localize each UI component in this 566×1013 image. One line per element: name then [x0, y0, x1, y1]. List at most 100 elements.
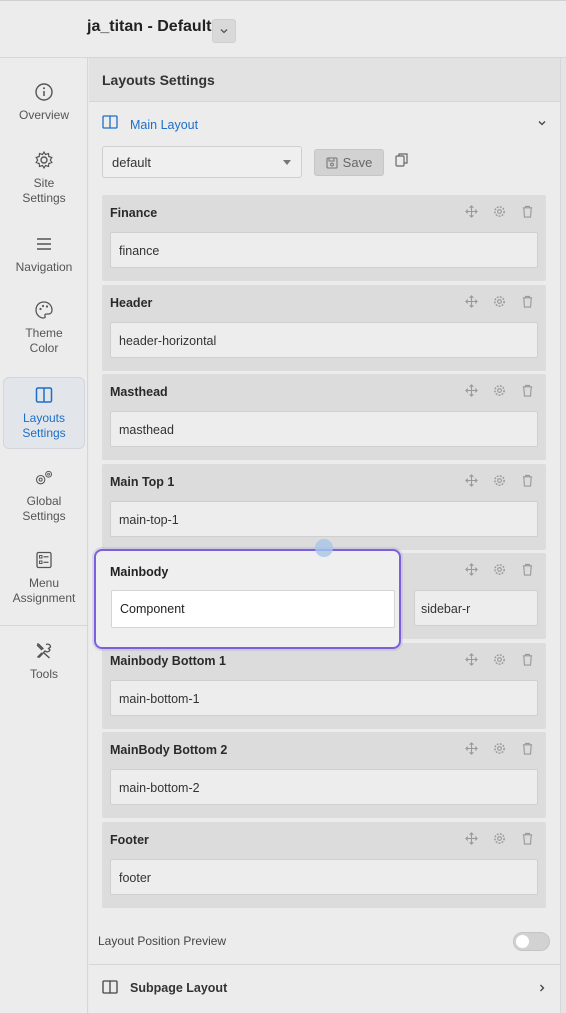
gear-icon — [35, 150, 53, 170]
drag-handle-indicator[interactable] — [315, 539, 333, 557]
position-value: main-bottom-1 — [119, 692, 200, 706]
save-icon — [326, 156, 338, 169]
block-name: Header — [110, 296, 153, 310]
trash-icon[interactable] — [521, 563, 534, 576]
trash-icon[interactable] — [521, 295, 534, 308]
main-layout-label: Main Layout — [130, 118, 199, 132]
block-name: Mainbody Bottom 1 — [110, 654, 226, 668]
caret-down-icon — [283, 160, 291, 165]
gear-icon[interactable] — [493, 563, 506, 576]
layout-columns-icon — [102, 980, 118, 994]
info-icon — [35, 83, 53, 101]
sidebar-item-label: Theme Color — [25, 326, 63, 355]
position-value: masthead — [119, 423, 174, 437]
move-icon[interactable] — [465, 474, 478, 487]
position-field[interactable]: Component — [111, 590, 395, 628]
sidebar-item-label: Global Settings — [22, 494, 66, 523]
copy-icon[interactable] — [395, 153, 408, 167]
scrollbar-track[interactable] — [560, 58, 566, 1013]
dragging-block-mainbody[interactable]: Mainbody Component — [94, 549, 401, 649]
position-field[interactable]: masthead — [110, 411, 538, 447]
top-bar: ja_titan - Default — [0, 0, 566, 58]
position-value: footer — [119, 871, 151, 885]
gear-icon[interactable] — [493, 653, 506, 666]
sidebar-item-tools[interactable]: Tools — [3, 641, 85, 691]
position-field[interactable]: footer — [110, 859, 538, 895]
move-icon[interactable] — [465, 653, 478, 666]
gear-icon[interactable] — [493, 295, 506, 308]
position-field[interactable]: main-top-1 — [110, 501, 538, 537]
trash-icon[interactable] — [521, 653, 534, 666]
sidebar-item-label: Overview — [18, 108, 69, 122]
layouts-panel: Layouts Settings Main Layout default Sav… — [89, 58, 560, 1013]
layout-block-mainbody-bottom-2: MainBody Bottom 2 main-bottom-2 — [102, 732, 546, 818]
position-field[interactable]: finance — [110, 232, 538, 268]
gear-icon[interactable] — [493, 832, 506, 845]
sidebar-item-label: Tools — [29, 667, 58, 681]
layout-select[interactable]: default — [102, 146, 302, 178]
sidebar-item-navigation[interactable]: Navigation — [3, 234, 85, 284]
block-name: Main Top 1 — [110, 475, 175, 489]
sidebar-item-menu-assignment[interactable]: Menu Assignment — [3, 550, 85, 612]
move-icon[interactable] — [465, 563, 478, 576]
position-field[interactable]: main-bottom-2 — [110, 769, 538, 805]
layout-position-preview-toggle[interactable] — [513, 932, 550, 951]
move-icon[interactable] — [465, 295, 478, 308]
trash-icon[interactable] — [521, 474, 534, 487]
tools-icon — [36, 643, 52, 659]
position-field[interactable]: header-horizontal — [110, 322, 538, 358]
position-value: header-horizontal — [119, 334, 217, 348]
toggle-knob — [516, 935, 529, 948]
palette-icon — [35, 301, 53, 319]
layout-position-preview-label: Layout Position Preview — [98, 934, 227, 948]
sidebar-item-site-settings[interactable]: Site Settings — [3, 150, 85, 210]
sidebar-item-global-settings[interactable]: Global Settings — [3, 468, 85, 530]
move-icon[interactable] — [465, 384, 478, 397]
gear-icon[interactable] — [493, 205, 506, 218]
block-name: MainBody Bottom 2 — [110, 743, 228, 757]
template-dropdown-button[interactable] — [212, 19, 236, 43]
sidebar: Overview Site Settings Navigation Theme … — [0, 58, 88, 1013]
move-icon[interactable] — [465, 832, 478, 845]
layout-block-mainbody-bottom-1: Mainbody Bottom 1 main-bottom-1 — [102, 643, 546, 729]
position-value: Component — [120, 602, 185, 616]
position-field[interactable]: main-bottom-1 — [110, 680, 538, 716]
block-name: Mainbody — [110, 565, 169, 579]
sidebar-position-field[interactable]: sidebar-r — [414, 590, 538, 626]
sidebar-item-label: Navigation — [15, 260, 73, 274]
save-button[interactable]: Save — [314, 149, 384, 176]
position-value: main-bottom-2 — [119, 781, 200, 795]
layout-block-footer: Footer footer — [102, 822, 546, 908]
trash-icon[interactable] — [521, 384, 534, 397]
main-layout-accordion-header[interactable]: Main Layout — [89, 103, 560, 143]
gear-icon[interactable] — [493, 474, 506, 487]
gear-icon[interactable] — [493, 742, 506, 755]
subpage-layout-accordion-header[interactable]: Subpage Layout — [89, 965, 560, 1013]
layout-block-finance: Finance finance — [102, 195, 546, 281]
trash-icon[interactable] — [521, 742, 534, 755]
sidebar-item-theme-color[interactable]: Theme Color — [3, 300, 85, 360]
sidebar-item-label: Layouts Settings — [22, 411, 66, 440]
template-title: ja_titan - Default — [87, 18, 212, 35]
move-icon[interactable] — [465, 205, 478, 218]
chevron-down-icon — [220, 29, 228, 34]
layout-block-main-top-1: Main Top 1 main-top-1 — [102, 464, 546, 550]
layout-columns-icon — [102, 115, 118, 129]
save-button-label: Save — [342, 155, 373, 170]
move-icon[interactable] — [465, 742, 478, 755]
position-value: sidebar-r — [421, 602, 471, 616]
sidebar-item-overview[interactable]: Overview — [3, 82, 85, 142]
chevron-right-icon — [540, 984, 545, 992]
gear-icon[interactable] — [493, 384, 506, 397]
position-value: finance — [119, 244, 160, 258]
checklist-icon — [36, 551, 52, 569]
panel-title: Layouts Settings — [102, 72, 215, 88]
trash-icon[interactable] — [521, 205, 534, 218]
block-name: Finance — [110, 206, 158, 220]
sidebar-divider — [0, 625, 88, 626]
trash-icon[interactable] — [521, 832, 534, 845]
chevron-down-icon — [538, 121, 546, 126]
panel-header: Layouts Settings — [89, 58, 560, 102]
sidebar-item-layouts-settings[interactable]: Layouts Settings — [3, 377, 85, 449]
block-name: Masthead — [110, 385, 168, 399]
